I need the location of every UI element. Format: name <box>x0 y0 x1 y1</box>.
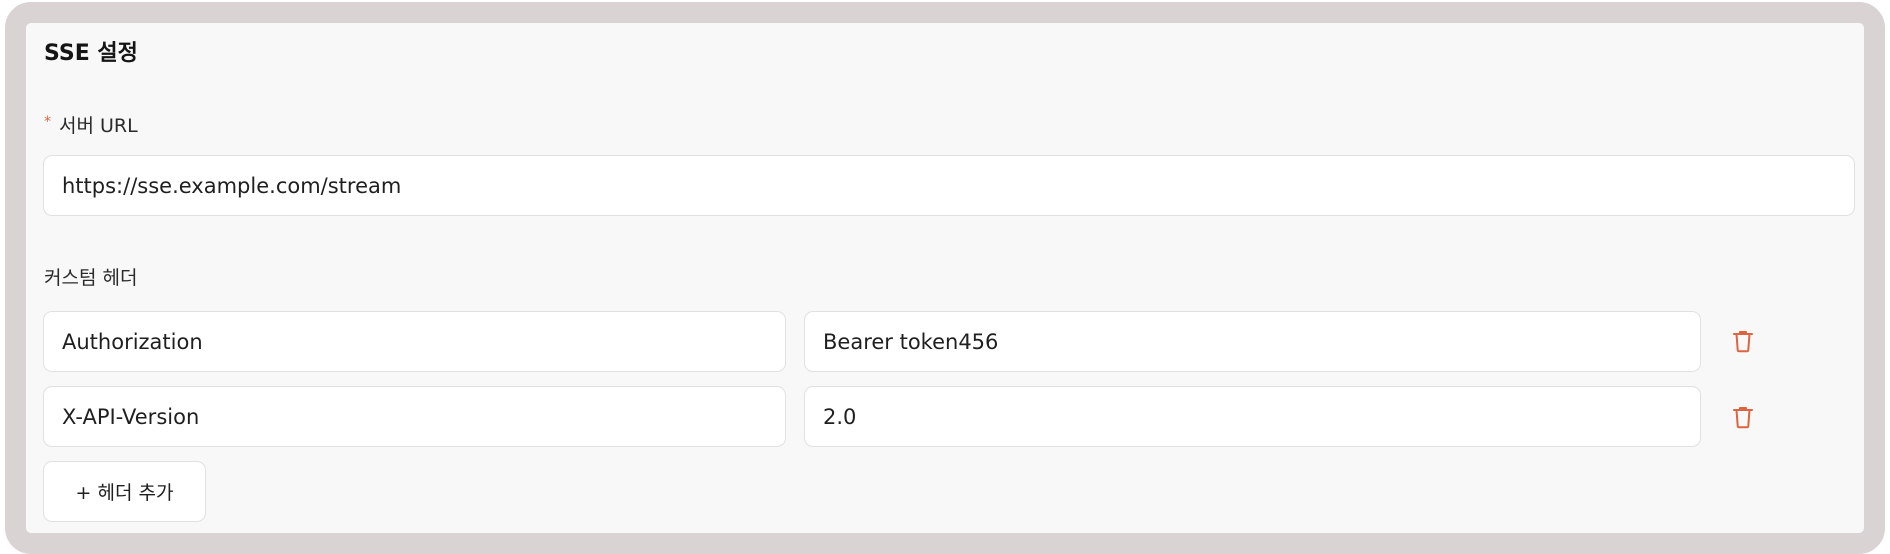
delete-header-button-2[interactable] <box>1726 400 1760 434</box>
add-header-button[interactable]: + 헤더 추가 <box>43 461 206 522</box>
header-key-input-api-version[interactable]: X-API-Version <box>43 386 786 447</box>
server-url-label: * 서버 URL <box>44 111 138 138</box>
sse-settings-panel: SSE 설정 * 서버 URL https://sse.example.com/s… <box>5 2 1885 554</box>
section-title: SSE 설정 <box>44 41 138 66</box>
server-url-input[interactable]: https://sse.example.com/stream <box>43 155 1855 216</box>
header-value-input-api-version[interactable]: 2.0 <box>804 386 1701 447</box>
trash-icon <box>1733 407 1753 429</box>
trash-icon <box>1733 331 1753 353</box>
header-key-input-authorization[interactable]: Authorization <box>43 311 786 372</box>
custom-headers-label: 커스텀 헤더 <box>44 267 138 289</box>
header-value-input-authorization[interactable]: Bearer token456 <box>804 311 1701 372</box>
required-marker: * <box>44 114 51 130</box>
server-url-label-text: 서버 URL <box>59 115 138 137</box>
delete-header-button-1[interactable] <box>1726 324 1760 358</box>
